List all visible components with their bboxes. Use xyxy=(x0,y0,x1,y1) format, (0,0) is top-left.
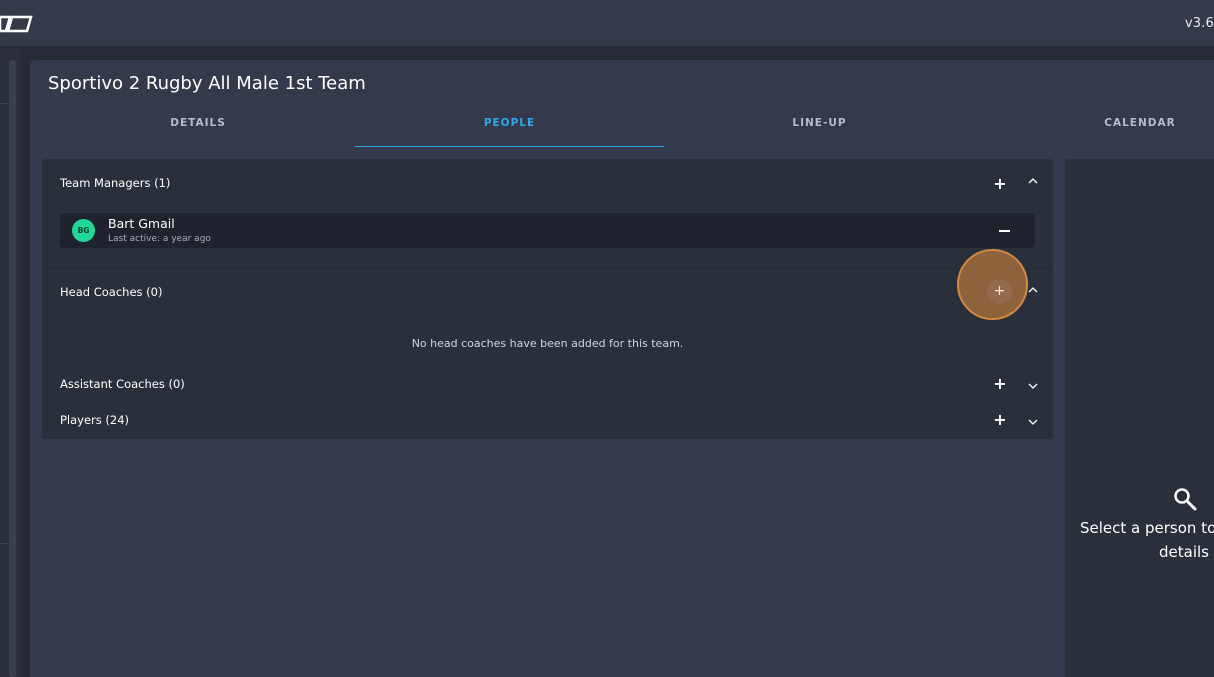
avatar: BG xyxy=(72,219,95,242)
details-line-1: Select a person to xyxy=(1080,519,1214,537)
tab-details[interactable]: DETAILS xyxy=(43,117,353,147)
chevron-up-icon[interactable] xyxy=(1027,175,1039,187)
details-line-2: details xyxy=(1159,543,1209,561)
team-card: Sportivo 2 Rugby All Male 1st Team DETAI… xyxy=(30,60,1214,677)
member-name: Bart Gmail xyxy=(108,216,175,231)
add-assistant-coach-button[interactable]: + xyxy=(993,376,1007,392)
divider xyxy=(0,543,10,544)
remove-member-button[interactable] xyxy=(999,230,1010,232)
page-title: Sportivo 2 Rugby All Male 1st Team xyxy=(48,73,366,94)
sportivo-logo-icon[interactable] xyxy=(0,14,34,34)
head-coaches-section: Head Coaches (0) No head coaches have be… xyxy=(42,268,1053,361)
head-coaches-title: Head Coaches (0) xyxy=(60,285,163,299)
empty-state-text: No head coaches have been added for this… xyxy=(411,337,684,350)
team-managers-title: Team Managers (1) xyxy=(60,176,171,190)
people-panel: Team Managers (1) + BG Bart Gmail Last a… xyxy=(42,159,1053,439)
member-last-active: Last active: a year ago xyxy=(108,234,211,244)
add-player-button[interactable]: + xyxy=(993,412,1007,428)
list-item[interactable]: BG Bart Gmail Last active: a year ago xyxy=(60,213,1035,248)
person-details-panel xyxy=(1065,159,1214,677)
divider xyxy=(0,103,10,104)
add-team-manager-button[interactable]: + xyxy=(993,176,1007,192)
assistant-coaches-title: Assistant Coaches (0) xyxy=(60,377,185,391)
search-icon xyxy=(1174,488,1197,511)
add-head-coach-button[interactable]: + xyxy=(987,279,1012,304)
top-bar: v3.6 xyxy=(0,0,1214,47)
tab-calendar[interactable]: CALENDAR xyxy=(1005,117,1214,147)
chevron-up-icon[interactable] xyxy=(1027,284,1039,296)
tab-people[interactable]: PEOPLE xyxy=(355,117,664,147)
version-label: v3.6 xyxy=(1184,16,1214,31)
players-title: Players (24) xyxy=(60,413,130,427)
chevron-down-icon[interactable] xyxy=(1027,380,1039,392)
tab-line-up[interactable]: LINE-UP xyxy=(664,117,975,147)
sidebar-scrollbar[interactable] xyxy=(9,60,16,677)
chevron-down-icon[interactable] xyxy=(1027,416,1039,428)
details-placeholder: Select a person to details xyxy=(1080,516,1214,564)
